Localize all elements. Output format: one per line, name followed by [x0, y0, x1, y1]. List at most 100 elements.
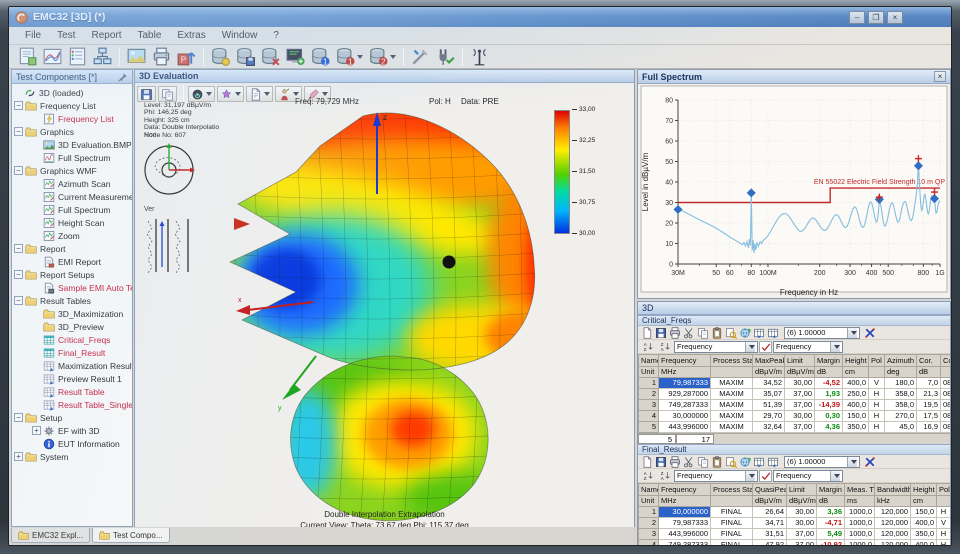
section-header-Final_Result[interactable]: Final_Result: [638, 444, 950, 455]
toolbar-db-red-2-button[interactable]: 2: [367, 46, 398, 67]
toolbar-db-red-1-button[interactable]: 1: [334, 46, 365, 67]
chevron-down-icon[interactable]: [390, 55, 396, 59]
eval-copy-button[interactable]: [158, 86, 177, 102]
column-header[interactable]: Meas. T: [845, 484, 875, 496]
tree-item[interactable]: −Graphics WMF: [12, 164, 132, 177]
factor-combo[interactable]: (6) 1.00000: [784, 327, 860, 339]
chevron-down-icon[interactable]: [322, 92, 328, 96]
column-header[interactable]: Margin: [815, 355, 843, 367]
tree-item[interactable]: −Report Setups: [12, 268, 132, 281]
filter-field-combo[interactable]: Frequency: [773, 470, 843, 482]
column-header[interactable]: Comment: [941, 355, 951, 367]
tree-item[interactable]: −Frequency List: [12, 99, 132, 112]
sort-field-combo[interactable]: Frequency: [674, 341, 758, 353]
tree-expander[interactable]: +: [32, 426, 41, 435]
chevron-down-icon[interactable]: [206, 92, 212, 96]
table-save-button[interactable]: [655, 327, 667, 339]
column-header[interactable]: QuasiPeak: [753, 484, 787, 496]
tree-item[interactable]: Azimuth Scan: [12, 177, 132, 190]
eval-settings-star-button[interactable]: [217, 86, 244, 102]
tree-item[interactable]: Maximization Result 1: [12, 359, 132, 372]
toolbar-tools-button[interactable]: [409, 46, 432, 67]
column-header[interactable]: Process State: [711, 484, 753, 496]
tree-expander[interactable]: +: [14, 452, 23, 461]
table-row[interactable]: 3443,996000FINAL31,5137,005,491000,0120,…: [639, 529, 951, 540]
sort-field-combo[interactable]: Frequency: [674, 470, 758, 482]
column-header[interactable]: Height: [911, 484, 937, 496]
chevron-down-icon[interactable]: [357, 55, 363, 59]
table-row[interactable]: 4749,287333FINAL47,9237,00-10,921000,012…: [639, 540, 951, 547]
toolbar-new-test-button[interactable]: [16, 46, 39, 67]
table-col-del-button[interactable]: [767, 456, 779, 468]
table-row[interactable]: 3749,287333MAXIM51,3937,00-14,39400,0H35…: [639, 400, 951, 411]
chevron-down-icon[interactable]: [293, 92, 299, 96]
table-row[interactable]: 5443,996000MAXIM32,6437,004,36350,0H45,0…: [639, 422, 951, 433]
toolbar-report-test-button[interactable]: [66, 46, 89, 67]
tree-item[interactable]: Result Table: [12, 385, 132, 398]
tree-item[interactable]: −Report: [12, 242, 132, 255]
tree-item[interactable]: 3D Evaluation.BMP: [12, 138, 132, 151]
maximize-button[interactable]: ❐: [868, 11, 884, 24]
toolbar-antenna-button[interactable]: [468, 46, 491, 67]
tree-item[interactable]: 3D_Maximization: [12, 307, 132, 320]
tree-item[interactable]: 3D (loaded): [12, 86, 132, 99]
column-header[interactable]: Name: [639, 355, 659, 367]
column-header[interactable]: Pol: [869, 355, 885, 367]
menu-item-window[interactable]: Window: [214, 29, 266, 42]
toolbar-monitor-add-button[interactable]: [284, 46, 307, 67]
toolbar-db-x-button[interactable]: [259, 46, 282, 67]
table-refresh-globe-button[interactable]: [739, 327, 751, 339]
menu-item-test[interactable]: Test: [49, 29, 83, 42]
toolbar-db-blue-1-button[interactable]: 1: [309, 46, 332, 67]
column-header[interactable]: Process State: [711, 355, 753, 367]
column-header[interactable]: Limit: [787, 484, 817, 496]
chevron-down-icon[interactable]: [235, 92, 241, 96]
tree-expander[interactable]: −: [14, 413, 23, 422]
table-col-add-button[interactable]: [753, 456, 765, 468]
toolbar-printer-button[interactable]: [150, 46, 173, 67]
table-lookup-button[interactable]: [725, 327, 737, 339]
column-header[interactable]: Bandwidth: [875, 484, 911, 496]
tree-item[interactable]: Zoom: [12, 229, 132, 242]
column-header[interactable]: Name: [639, 484, 659, 496]
tree-expander[interactable]: −: [14, 296, 23, 305]
tree-expander[interactable]: −: [14, 127, 23, 136]
filter-field-combo[interactable]: Frequency: [773, 341, 843, 353]
tree-item[interactable]: Frequency List: [12, 112, 132, 125]
toolbar-db-save-button[interactable]: [234, 46, 257, 67]
table-cut-button[interactable]: [683, 327, 695, 339]
tree-item[interactable]: EMI Report: [12, 255, 132, 268]
chevron-down-icon[interactable]: [264, 92, 270, 96]
spectrum-close-icon[interactable]: ×: [934, 71, 946, 82]
column-header[interactable]: Limit: [785, 355, 815, 367]
tree-item[interactable]: −Graphics: [12, 125, 132, 138]
column-header[interactable]: Height: [843, 355, 869, 367]
menu-item-?[interactable]: ?: [265, 29, 287, 42]
table-row[interactable]: 179,987333MAXIM34,5230,00-4,52400,0V180,…: [639, 378, 951, 389]
filter-check-icon[interactable]: [759, 470, 772, 482]
table-refresh-globe-button[interactable]: [739, 456, 751, 468]
explorer-tab[interactable]: Test Compo...: [92, 528, 169, 543]
tree-item[interactable]: +System: [12, 450, 132, 463]
factor-combo[interactable]: (6) 1.00000: [784, 456, 860, 468]
table-row[interactable]: 2929,287000MAXIM35,0737,001,93250,0H358,…: [639, 389, 951, 400]
menu-item-table[interactable]: Table: [129, 29, 169, 42]
table-row[interactable]: 430,000000MAXIM29,7030,000,30150,0H270,0…: [639, 411, 951, 422]
node-marker-dot[interactable]: [443, 256, 456, 269]
column-header[interactable]: Cor.: [917, 355, 941, 367]
tree-item[interactable]: −Result Tables: [12, 294, 132, 307]
sort-ascending-button[interactable]: AZ: [641, 340, 656, 353]
tree-item[interactable]: Sample EMI Auto Test Report: [12, 281, 132, 294]
filter-check-icon[interactable]: [759, 341, 772, 353]
spectrum-chart[interactable]: 0102030405060708030M506080100M2003004005…: [638, 84, 950, 298]
sort-ascending-button[interactable]: AZ: [641, 469, 656, 482]
minimize-button[interactable]: –: [849, 11, 865, 24]
sort-descending-button[interactable]: ZA: [658, 469, 673, 482]
table-col-add-button[interactable]: [753, 327, 765, 339]
table-row[interactable]: 130,000000FINAL26,6430,003,361000,0120,0…: [639, 507, 951, 518]
table-save-button[interactable]: [655, 456, 667, 468]
tree-item[interactable]: Full Spectrum: [12, 203, 132, 216]
tree-item[interactable]: Preview Result 1: [12, 372, 132, 385]
tree-expander[interactable]: −: [14, 244, 23, 253]
tree-item[interactable]: −Setup: [12, 411, 132, 424]
